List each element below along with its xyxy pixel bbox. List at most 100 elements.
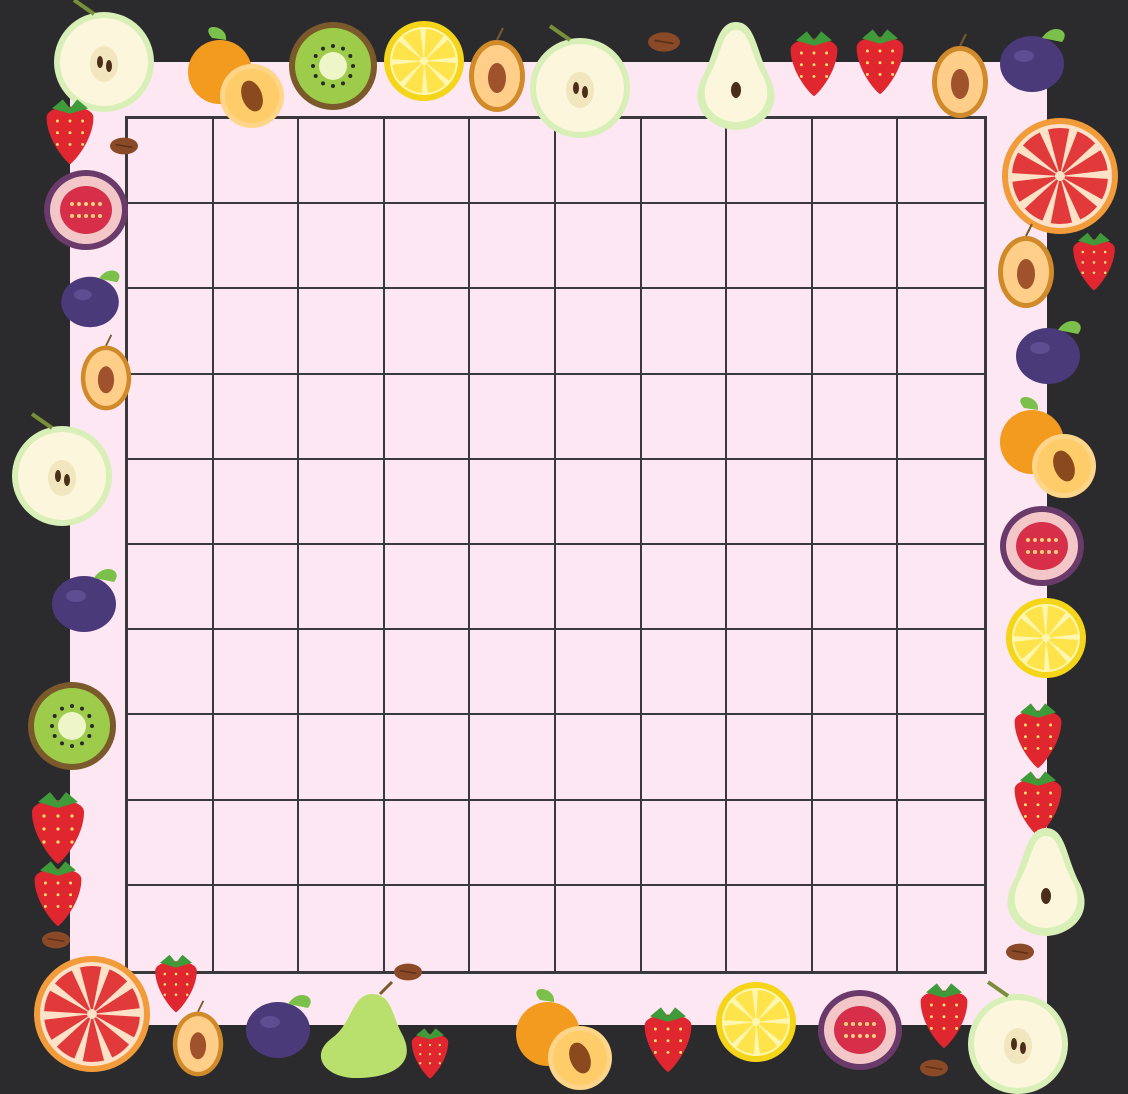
- grid-cell[interactable]: [898, 545, 984, 631]
- grid-cell[interactable]: [641, 204, 728, 290]
- grid-cell[interactable]: [128, 289, 214, 375]
- grid-cell[interactable]: [898, 119, 984, 205]
- grid-cell[interactable]: [213, 544, 300, 631]
- grid-cell[interactable]: [812, 544, 899, 631]
- grid-cell[interactable]: [128, 204, 214, 290]
- grid-cell[interactable]: [812, 715, 899, 801]
- grid-cell[interactable]: [641, 544, 728, 631]
- grid-cell[interactable]: [641, 715, 728, 801]
- grid-cell[interactable]: [727, 715, 813, 801]
- grid-cell[interactable]: [898, 375, 984, 460]
- grid-cell[interactable]: [812, 119, 899, 205]
- grid-cell[interactable]: [384, 630, 471, 716]
- grid-cell[interactable]: [384, 715, 471, 801]
- grid-cell[interactable]: [299, 289, 385, 375]
- grid-cell[interactable]: [898, 289, 984, 375]
- grid-cell[interactable]: [812, 204, 899, 290]
- grid-cell[interactable]: [470, 715, 556, 801]
- grid-cell[interactable]: [555, 374, 642, 460]
- grid-cell[interactable]: [898, 630, 984, 716]
- grid-cell[interactable]: [128, 374, 214, 460]
- grid-cell[interactable]: [214, 885, 300, 971]
- grid-cell[interactable]: [213, 374, 300, 460]
- grid-cell[interactable]: [812, 459, 899, 545]
- grid-cell[interactable]: [470, 204, 556, 290]
- grid-cell[interactable]: [727, 630, 813, 716]
- grid-cell[interactable]: [727, 885, 813, 971]
- grid-cell[interactable]: [470, 885, 556, 971]
- grid-cell[interactable]: [555, 119, 642, 205]
- grid-cell[interactable]: [384, 800, 471, 886]
- grid-cell[interactable]: [128, 715, 214, 801]
- grid-cell[interactable]: [299, 374, 385, 460]
- grid-cell[interactable]: [898, 204, 984, 290]
- grid-cell[interactable]: [128, 800, 214, 886]
- grid-cell[interactable]: [470, 544, 556, 631]
- grid-cell[interactable]: [812, 289, 899, 375]
- grid-cell[interactable]: [128, 885, 214, 971]
- grid-cell[interactable]: [727, 544, 813, 631]
- grid-cell[interactable]: [898, 715, 984, 801]
- grid-cell[interactable]: [727, 459, 813, 545]
- grid-cell[interactable]: [299, 885, 385, 971]
- grid-cell[interactable]: [641, 374, 728, 460]
- grid-cell[interactable]: [213, 715, 300, 801]
- grid-cell[interactable]: [470, 374, 556, 460]
- grid-cell[interactable]: [213, 630, 300, 716]
- grid-cell[interactable]: [727, 204, 813, 290]
- grid-cell[interactable]: [727, 289, 813, 375]
- grid-cell[interactable]: [384, 119, 471, 205]
- grid-cell[interactable]: [641, 289, 728, 375]
- grid-cell[interactable]: [299, 119, 385, 205]
- grid-cell[interactable]: [299, 715, 385, 801]
- grid-cell[interactable]: [384, 544, 471, 631]
- grid-cell[interactable]: [898, 801, 984, 886]
- grid-cell[interactable]: [898, 886, 984, 971]
- grid-cell[interactable]: [470, 800, 556, 886]
- grid-cell[interactable]: [384, 289, 471, 375]
- grid-cell[interactable]: [213, 289, 300, 375]
- grid-cell[interactable]: [299, 459, 385, 545]
- grid-cell[interactable]: [128, 630, 214, 716]
- grid-cell[interactable]: [813, 885, 899, 971]
- grid-cell[interactable]: [556, 885, 642, 971]
- grid-cell[interactable]: [470, 119, 556, 205]
- grid-cell[interactable]: [812, 800, 899, 886]
- grid-cell[interactable]: [128, 119, 214, 205]
- grid-cell[interactable]: [898, 460, 984, 545]
- grid-cell[interactable]: [213, 800, 300, 886]
- grid-cell[interactable]: [213, 204, 300, 290]
- grid-cell[interactable]: [555, 544, 642, 631]
- grid-cell[interactable]: [727, 119, 813, 205]
- grid-cell[interactable]: [555, 459, 642, 545]
- grid-cell[interactable]: [555, 289, 642, 375]
- grid-cell[interactable]: [128, 544, 214, 631]
- grid-cell[interactable]: [555, 715, 642, 801]
- grid-cell[interactable]: [727, 800, 813, 886]
- grid-cell[interactable]: [385, 885, 471, 971]
- grid-cell[interactable]: [642, 885, 728, 971]
- grid-cell[interactable]: [727, 374, 813, 460]
- grid-cell[interactable]: [641, 630, 728, 716]
- grid-cell[interactable]: [470, 630, 556, 716]
- grid-cell[interactable]: [128, 459, 214, 545]
- grid-cell[interactable]: [555, 204, 642, 290]
- grid-cell[interactable]: [213, 459, 300, 545]
- grid-cell[interactable]: [384, 459, 471, 545]
- grid-cell[interactable]: [812, 630, 899, 716]
- grid-cell[interactable]: [299, 204, 385, 290]
- grid-cell[interactable]: [641, 459, 728, 545]
- grid-cell[interactable]: [470, 459, 556, 545]
- grid-cell[interactable]: [213, 119, 300, 205]
- grid-cell[interactable]: [812, 374, 899, 460]
- grid-cell[interactable]: [641, 119, 728, 205]
- grid-cell[interactable]: [299, 630, 385, 716]
- grid-cell[interactable]: [299, 800, 385, 886]
- grid-cell[interactable]: [384, 374, 471, 460]
- grid-cell[interactable]: [555, 800, 642, 886]
- grid-cell[interactable]: [299, 544, 385, 631]
- grid-cell[interactable]: [641, 800, 728, 886]
- grid-cell[interactable]: [555, 630, 642, 716]
- grid-cell[interactable]: [384, 204, 471, 290]
- grid-cell[interactable]: [470, 289, 556, 375]
